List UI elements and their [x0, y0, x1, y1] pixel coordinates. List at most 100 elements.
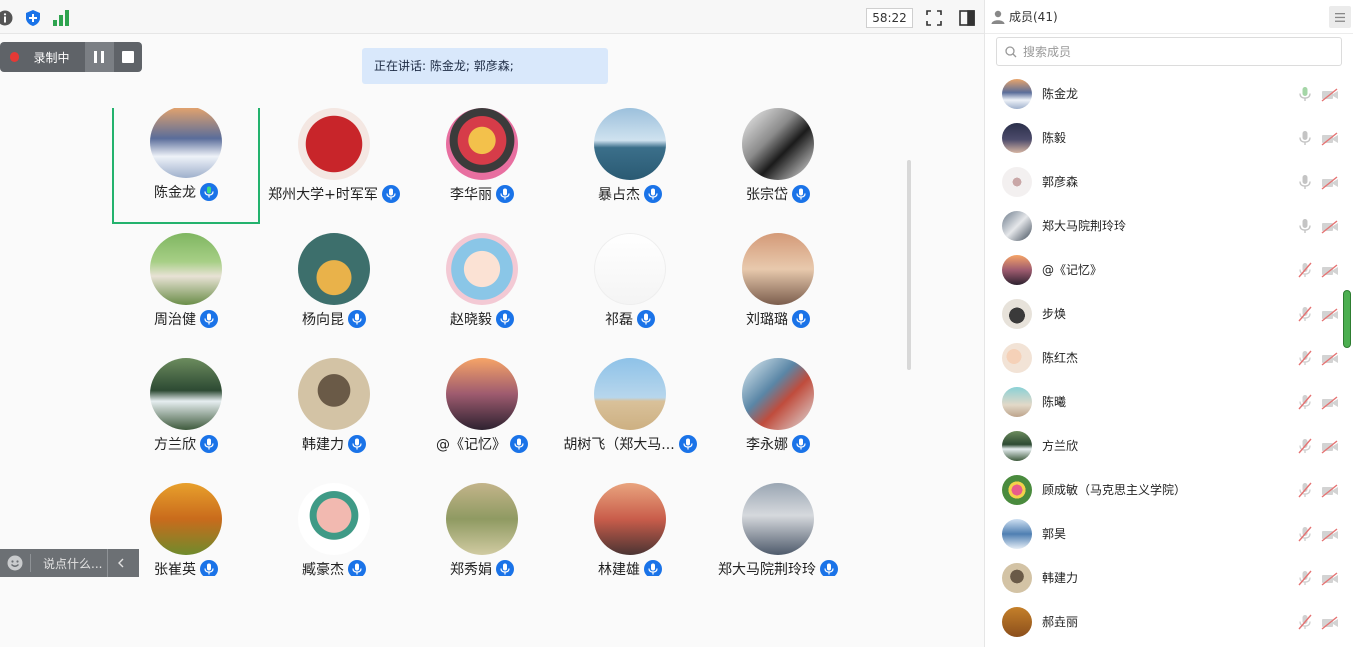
member-row[interactable]: @《记忆》: [985, 248, 1353, 292]
emoji-icon[interactable]: [0, 555, 30, 571]
chat-input-bar[interactable]: 说点什么...: [0, 549, 139, 577]
member-avatar: [1002, 123, 1032, 153]
camera-off-icon[interactable]: [1321, 351, 1339, 366]
participant-tile[interactable]: 郑大马院荆玲玲: [704, 483, 852, 576]
member-row[interactable]: 陈金龙: [985, 78, 1353, 116]
chat-input[interactable]: 说点什么...: [43, 555, 107, 572]
members-panel: 成员(41) 陈金龙陈毅郭彦森郑大马院荆玲玲 @《记忆》步焕陈红杰陈曦方兰欣顾成敏…: [984, 0, 1353, 647]
participant-tile[interactable]: 李华丽: [408, 108, 556, 224]
participant-name-line: 周治健: [112, 309, 260, 329]
participant-avatar: [594, 483, 666, 555]
pause-recording-button[interactable]: [85, 42, 114, 72]
mic-muted-icon[interactable]: [1297, 570, 1313, 586]
participant-tile[interactable]: 杨向昆: [260, 233, 408, 349]
mic-muted-icon[interactable]: [1297, 394, 1313, 410]
member-name: 陈毅: [1042, 131, 1067, 145]
participant-name-line: @《记忆》: [408, 434, 556, 454]
member-row[interactable]: 郝垚丽: [985, 600, 1353, 644]
member-search[interactable]: [996, 37, 1342, 66]
member-row[interactable]: 郭昊: [985, 512, 1353, 556]
member-row[interactable]: 方兰欣: [985, 424, 1353, 468]
search-icon: [1005, 45, 1017, 57]
participant-tile[interactable]: 暴占杰: [556, 108, 704, 224]
mic-icon: [200, 435, 218, 453]
participant-tile[interactable]: 林建雄: [556, 483, 704, 576]
mic-icon[interactable]: [1297, 130, 1313, 146]
participant-tile[interactable]: 胡树飞（郑大马...: [556, 358, 704, 474]
mic-icon[interactable]: [1297, 218, 1313, 234]
camera-off-icon[interactable]: [1321, 175, 1339, 190]
member-search-input[interactable]: [1023, 44, 1323, 59]
participant-tile[interactable]: 刘璐璐: [704, 233, 852, 349]
mic-muted-icon[interactable]: [1297, 482, 1313, 498]
member-avatar: [1002, 607, 1032, 637]
camera-off-icon[interactable]: [1321, 439, 1339, 454]
mic-muted-icon[interactable]: [1297, 262, 1313, 278]
participant-name: 李永娜: [746, 437, 788, 453]
member-row[interactable]: 郭彦森: [985, 160, 1353, 204]
mic-icon[interactable]: [1297, 174, 1313, 190]
grid-scrollbar[interactable]: [907, 160, 911, 370]
participant-tile[interactable]: 韩建力: [260, 358, 408, 474]
members-scrollbar[interactable]: [1343, 290, 1351, 348]
mic-muted-icon[interactable]: [1297, 350, 1313, 366]
members-menu-button[interactable]: [1329, 6, 1351, 28]
member-avatar: [1002, 299, 1032, 329]
stop-recording-button[interactable]: [114, 42, 142, 72]
participant-tile[interactable]: 李永娜: [704, 358, 852, 474]
participant-tile[interactable]: 方兰欣: [112, 358, 260, 474]
camera-off-icon[interactable]: [1321, 263, 1339, 278]
camera-off-icon[interactable]: [1321, 527, 1339, 542]
participant-tile[interactable]: 郑州大学+时军军: [260, 108, 408, 224]
camera-off-icon[interactable]: [1321, 131, 1339, 146]
participant-name-line: 暴占杰: [556, 184, 704, 204]
participant-tile[interactable]: 郑秀娟: [408, 483, 556, 576]
member-row[interactable]: 陈毅: [985, 116, 1353, 160]
participant-tile[interactable]: @《记忆》: [408, 358, 556, 474]
participant-name: 方兰欣: [154, 437, 196, 453]
participant-name: 胡树飞（郑大马...: [563, 437, 675, 453]
mic-muted-icon[interactable]: [1297, 438, 1313, 454]
camera-off-icon[interactable]: [1321, 395, 1339, 410]
participant-avatar: [742, 483, 814, 555]
panel-toggle-icon[interactable]: [957, 8, 977, 28]
recording-dot-icon: [10, 52, 20, 62]
participant-name-line: 郑州大学+时军军: [260, 184, 408, 204]
participant-avatar: [150, 358, 222, 430]
member-row[interactable]: 韩建力: [985, 556, 1353, 600]
mic-muted-icon[interactable]: [1297, 526, 1313, 542]
info-icon[interactable]: [0, 9, 14, 27]
mic-icon: [644, 185, 662, 203]
camera-off-icon[interactable]: [1321, 87, 1339, 102]
camera-off-icon[interactable]: [1321, 307, 1339, 322]
mic-muted-icon[interactable]: [1297, 614, 1313, 630]
mic-icon: [200, 310, 218, 328]
mic-icon[interactable]: [1297, 86, 1313, 102]
participant-tile[interactable]: 赵晓毅: [408, 233, 556, 349]
member-row[interactable]: 郑大马院荆玲玲: [985, 204, 1353, 248]
mic-muted-icon[interactable]: [1297, 306, 1313, 322]
camera-off-icon[interactable]: [1321, 615, 1339, 630]
shield-plus-icon[interactable]: [24, 9, 42, 27]
mic-icon: [678, 435, 697, 453]
member-row[interactable]: 陈曦: [985, 380, 1353, 424]
mic-icon: [200, 183, 218, 201]
collapse-chat-icon[interactable]: [107, 549, 133, 577]
participant-tile[interactable]: 祁磊: [556, 233, 704, 349]
participant-name: 郑大马院荆玲玲: [718, 562, 816, 576]
camera-off-icon[interactable]: [1321, 571, 1339, 586]
participant-name: 郑州大学+时军军: [268, 187, 378, 203]
camera-off-icon[interactable]: [1321, 483, 1339, 498]
camera-off-icon[interactable]: [1321, 219, 1339, 234]
fullscreen-icon[interactable]: [924, 8, 944, 28]
member-row[interactable]: 顾成敏（马克思主义学院）: [985, 468, 1353, 512]
participant-tile[interactable]: 张宗岱: [704, 108, 852, 224]
participant-tile[interactable]: 陈金龙: [112, 108, 260, 224]
member-row[interactable]: 陈红杰: [985, 336, 1353, 380]
member-row[interactable]: 步焕: [985, 292, 1353, 336]
participant-tile[interactable]: 臧豪杰: [260, 483, 408, 576]
participant-name-line: 刘璐璐: [704, 309, 852, 329]
member-name: 顾成敏（马克思主义学院）: [1042, 483, 1187, 497]
chat-divider: [30, 554, 31, 572]
participant-tile[interactable]: 周治健: [112, 233, 260, 349]
